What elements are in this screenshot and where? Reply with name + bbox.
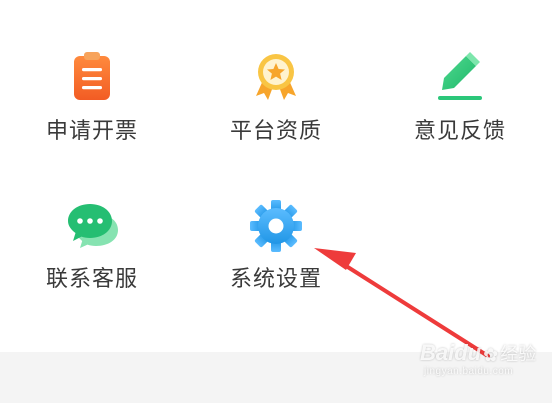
menu-item-label: 意见反馈 [413, 119, 506, 144]
pen-edit-icon [432, 48, 488, 104]
menu-item-label: 系统设置 [229, 267, 322, 292]
chat-bubbles-icon [64, 198, 120, 254]
menu-item-feedback[interactable]: 意见反馈 [368, 0, 552, 144]
watermark-url: jingyan.baidu.com [424, 366, 514, 377]
menu-item-system-settings[interactable]: 系统设置 [184, 0, 368, 292]
paw-icon: ✿ [483, 345, 499, 365]
watermark-brand: Baidu [420, 340, 482, 365]
baidu-watermark: Baidu ✿ 经验 jingyan.baidu.com [420, 340, 540, 390]
function-grid-panel: 申请开票 平台资质 意见反馈 联系客服 系统设置 [0, 0, 552, 352]
gear-icon [248, 198, 304, 254]
menu-item-label: 联系客服 [45, 267, 138, 292]
menu-item-customer-service[interactable]: 联系客服 [0, 0, 184, 292]
watermark-brand-cn: 经验 [500, 344, 537, 364]
